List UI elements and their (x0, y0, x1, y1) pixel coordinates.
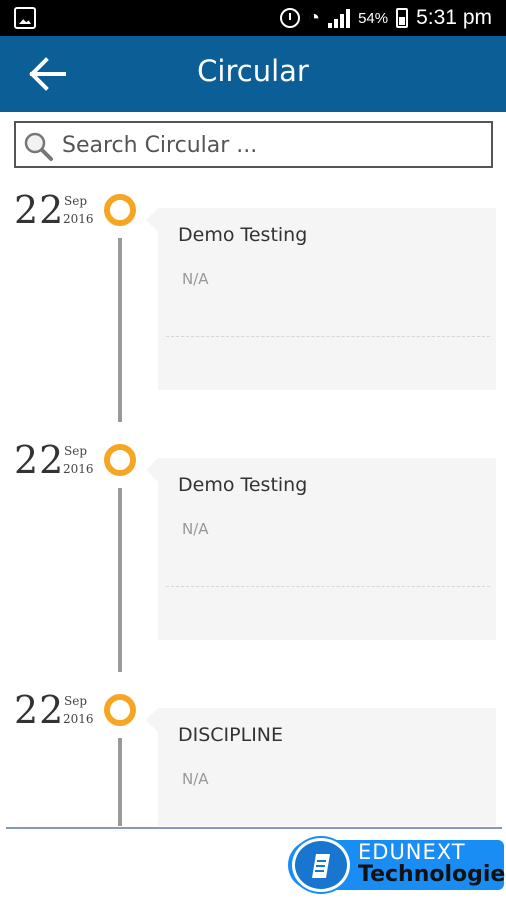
circular-body: N/A (182, 520, 209, 538)
battery-percent: 54% (358, 9, 389, 27)
battery-icon (396, 8, 409, 28)
circular-timeline: 22 Sep 2016 Demo Testing N/A 22 Sep 2016… (0, 180, 506, 826)
circular-body: N/A (182, 770, 209, 788)
card-divider (166, 586, 490, 587)
app-bar: Circular (0, 36, 506, 112)
wifi-icon: ◔ (307, 7, 321, 29)
circular-card[interactable]: Demo Testing N/A (158, 458, 496, 640)
card-pointer (146, 458, 158, 482)
date-day: 22 (14, 188, 65, 232)
alarm-icon (279, 8, 300, 28)
status-bar: ◔ 54% 5:31 pm (0, 0, 506, 36)
page-title: Circular (197, 54, 309, 88)
search-box[interactable] (14, 121, 493, 168)
date-day: 22 (14, 438, 65, 482)
footer-divider (6, 827, 502, 829)
card-pointer (146, 708, 158, 732)
brand-logo: EDUNEXT Technologies (288, 836, 506, 894)
brand-name: EDUNEXT (358, 840, 466, 864)
edunext-mark-icon (312, 854, 330, 878)
circular-item[interactable]: 22 Sep 2016 Demo Testing N/A (0, 430, 506, 680)
timeline-line (118, 738, 122, 826)
date-year: 2016 (63, 462, 94, 476)
signal-icon (328, 8, 351, 28)
date-month: Sep (64, 194, 88, 208)
date-day: 22 (14, 688, 65, 732)
gallery-notification-icon (14, 7, 36, 29)
edunext-logo-icon (292, 838, 350, 892)
card-divider (166, 336, 490, 337)
circular-body: N/A (182, 270, 209, 288)
clock: 5:31 pm (416, 6, 492, 29)
circular-item[interactable]: 22 Sep 2016 DISCIPLINE N/A (0, 680, 506, 826)
search-icon (24, 132, 53, 161)
circular-title: DISCIPLINE (178, 724, 284, 746)
timeline-dot-icon (104, 444, 136, 476)
circular-title: Demo Testing (178, 474, 308, 496)
date-year: 2016 (63, 212, 94, 226)
status-icons: ◔ 54% 5:31 pm (279, 0, 492, 36)
brand-subtitle: Technologies (358, 862, 506, 887)
timeline-line (118, 238, 122, 422)
card-pointer (146, 208, 158, 232)
circular-item[interactable]: 22 Sep 2016 Demo Testing N/A (0, 180, 506, 430)
timeline-line (118, 488, 122, 672)
search-input[interactable] (62, 127, 482, 163)
circular-card[interactable]: Demo Testing N/A (158, 208, 496, 390)
circular-card[interactable]: DISCIPLINE N/A (158, 708, 496, 826)
timeline-dot-icon (104, 194, 136, 226)
timeline-dot-icon (104, 694, 136, 726)
circular-title: Demo Testing (178, 224, 308, 246)
date-year: 2016 (63, 712, 94, 726)
date-month: Sep (64, 444, 88, 458)
date-month: Sep (64, 694, 88, 708)
